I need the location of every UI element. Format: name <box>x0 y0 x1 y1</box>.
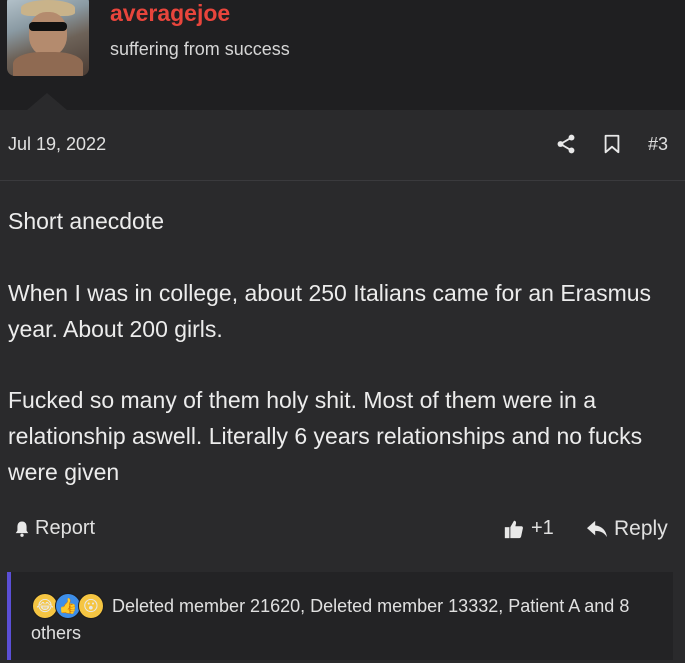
report-label: Report <box>35 517 96 539</box>
message-paragraph: Fucked so many of them holy shit. Most o… <box>8 387 643 485</box>
like-count: +1 <box>531 517 554 539</box>
avatar-face <box>29 12 67 56</box>
post-number-link[interactable]: #3 <box>648 134 668 155</box>
like-button[interactable]: +1 <box>503 517 554 540</box>
post-date[interactable]: Jul 19, 2022 <box>8 134 106 155</box>
avatar[interactable] <box>7 0 89 76</box>
username-link[interactable]: averagejoe <box>110 0 230 27</box>
message-paragraph: When I was in college, about 250 Italian… <box>8 280 652 342</box>
user-title: suffering from success <box>110 39 290 59</box>
reply-label: Reply <box>614 517 668 540</box>
avatar-glasses <box>29 22 67 31</box>
divider <box>0 180 685 181</box>
bell-icon <box>15 521 29 537</box>
user-header: averagejoe suffering from success <box>0 0 685 110</box>
share-icon[interactable] <box>555 133 577 155</box>
message-paragraph: Short anecdote <box>8 208 165 234</box>
reaction-summary[interactable]: Deleted member 21620, Deleted member 133… <box>31 593 661 647</box>
reactions-bar[interactable]: 😂 👍 😮 Deleted member 21620, Deleted memb… <box>7 572 673 660</box>
message-arrow <box>27 93 67 110</box>
avatar-body <box>13 52 83 76</box>
reply-button[interactable]: Reply <box>586 517 668 541</box>
thumbs-up-icon <box>504 520 523 538</box>
bookmark-icon[interactable] <box>601 133 623 155</box>
reply-arrow-icon <box>587 520 607 538</box>
report-button[interactable]: Report <box>12 517 95 540</box>
